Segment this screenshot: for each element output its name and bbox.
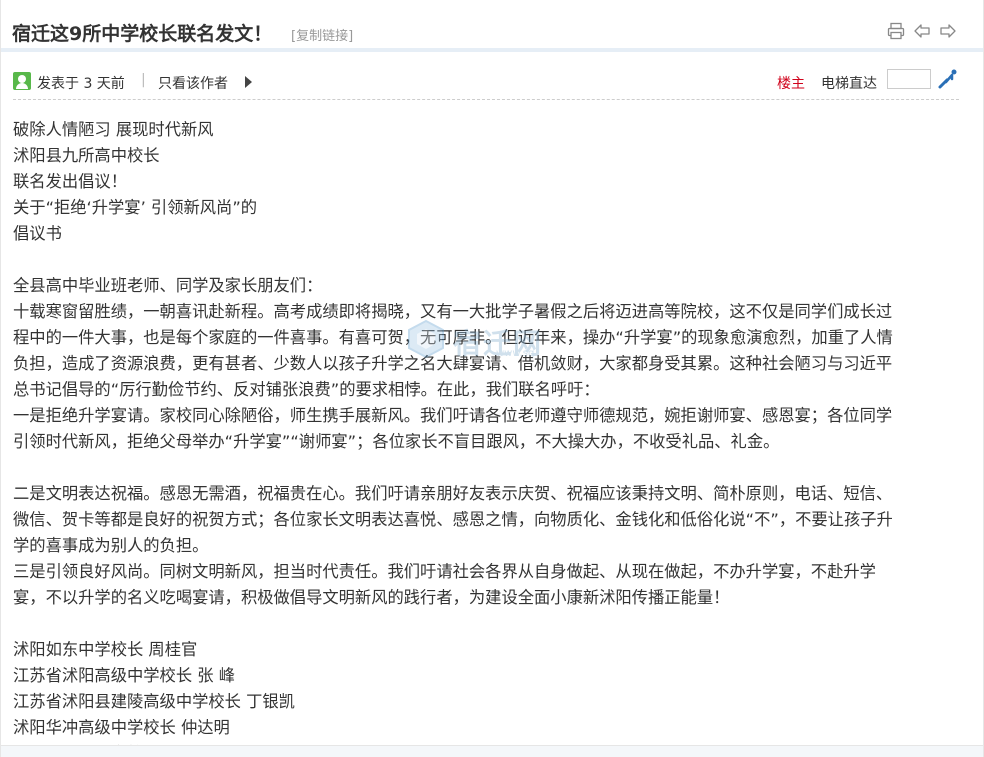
author-avatar-icon [13,72,31,90]
content-line: 联名发出倡议！ [13,172,127,191]
floor-jump-go-icon[interactable] [937,68,959,90]
content-line: 关于“拒绝‘升学宴’ 引领新风尚”的 [13,198,258,217]
content-line: 十载寒窗留胜绩，一朝喜讯赴新程。高考成绩即将揭晓，又有一大批学子暑假之后将迈进高… [13,302,893,321]
content-line: 沭阳县九所高中校长 [13,146,160,165]
content-line [13,455,959,481]
only-author-arrow-icon[interactable] [245,76,252,88]
post-content: 破除人情陋习 展现时代新风 沭阳县九所高中校长 联名发出倡议！ 关于“拒绝‘升学宴’ … [13,117,959,757]
thread-page: 宿迁这9所中学校长联名发文！ [复制链接] 发表于 3 天前 | 只看该作者 楼… [0,0,984,757]
content-line: 引领时代新风，拒绝父母举办“升学宴”“谢师宴”；各位家长不盲目跟风，不大操大办，… [13,432,780,451]
copy-link-button[interactable]: [复制链接] [291,25,353,44]
thread-header: 宿迁这9所中学校长联名发文！ [复制链接] [1,0,983,52]
post-meta-bar: 发表于 3 天前 | 只看该作者 楼主 电梯直达 [13,64,959,100]
content-line: 负担，造成了资源浪费，更有甚者、少数人以孩子升学之名大肆宴请、借机敛财，大家都身… [13,354,893,373]
content-line: 沭阳如东中学校长 周桂官 [13,640,198,659]
content-line [13,247,959,273]
content-line: 倡议书 [13,224,62,243]
thread-title: 宿迁这9所中学校长联名发文！ [12,23,273,45]
content-line: 宴，不以升学的名义吃喝宴请，积极做倡导文明新风的践行者，为建设全面小康新沭阳传播… [13,588,730,607]
content-line: 全县高中毕业班老师、同学及家长朋友们： [13,276,323,295]
content-line: 微信、贺卡等都是良好的祝贺方式；各位家长文明表达喜悦、感恩之情，向物质化、金钱化… [13,510,893,529]
bottom-nav-strip [1,745,983,757]
content-line: 破除人情陋习 展现时代新风 [13,120,214,139]
floor-jump-input[interactable] [887,69,931,89]
content-line: 沭阳华冲高级中学校长 仲达明 [13,718,230,737]
floor-owner-label: 楼主 [777,76,805,92]
posted-time: 发表于 3 天前 [37,76,125,92]
content-line: 三是引领良好风尚。同树文明新风，担当时代责任。我们吁请社会各界从自身做起、从现在… [13,562,876,581]
content-line: 学的喜事成为别人的负担。 [13,536,209,555]
content-line: 江苏省沭阳高级中学校长 张 峰 [13,666,236,685]
content-line: 二是文明表达祝福。感恩无需酒，祝福贵在心。我们吁请亲朋好友表示庆贺、祝福应该秉持… [13,484,893,503]
content-line: 程中的一件大事，也是每个家庭的一件喜事。有喜可贺，无可厚非。但近年来，操办“升学… [13,328,893,347]
header-icon-group [887,22,957,40]
only-author-link[interactable]: 只看该作者 [158,73,228,93]
content-line [13,611,959,637]
next-thread-icon[interactable] [939,22,957,40]
content-line: 一是拒绝升学宴请。家校同心除陋俗，师生携手展新风。我们吁请各位老师遵守师德规范，… [13,406,893,425]
content-line: 江苏省沭阳县建陵高级中学校长 丁银凯 [13,692,295,711]
meta-separator: | [141,72,146,88]
print-icon[interactable] [887,22,905,40]
content-line: 总书记倡导的“厉行勤俭节约、反对铺张浪费”的要求相悖。在此，我们联名呼吁： [13,380,600,399]
floor-jump-label: 电梯直达 [821,76,877,92]
prev-thread-icon[interactable] [913,22,931,40]
